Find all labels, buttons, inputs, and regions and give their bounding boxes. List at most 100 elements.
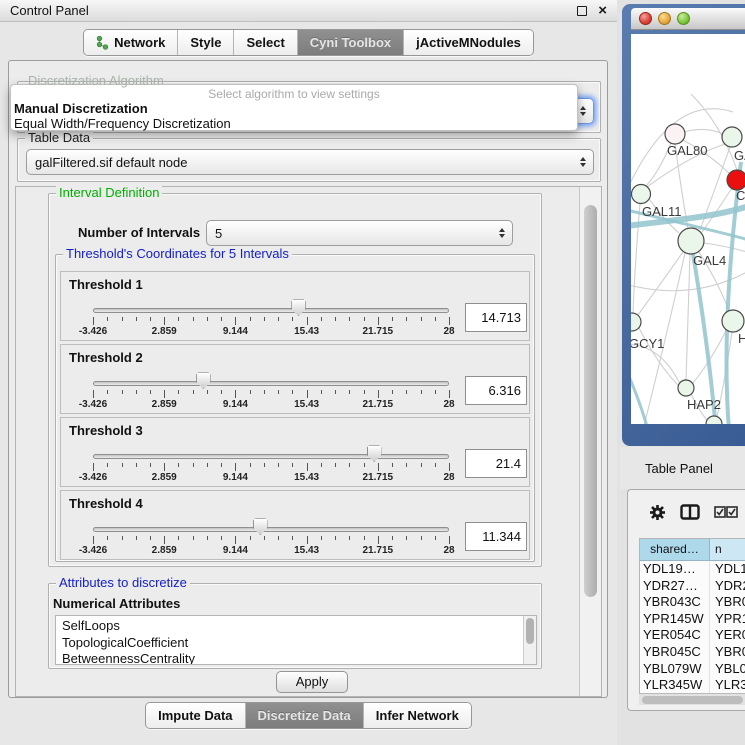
table-row[interactable]: YBR043CYBR0 (640, 594, 745, 611)
number-of-intervals-combo[interactable]: 5 (206, 220, 513, 246)
tab-select[interactable]: Select (234, 30, 297, 55)
show-columns-icon[interactable] (714, 506, 738, 518)
network-canvas[interactable]: GAL80GACGAL11GAL4GCY1HHAP2 (631, 34, 745, 424)
tick-mark (107, 463, 108, 467)
table-row[interactable]: YER054CYER0 (640, 627, 745, 644)
close-icon[interactable]: × (598, 6, 607, 16)
cell-shared-name[interactable]: YPR145W (640, 611, 710, 628)
tick-mark (421, 390, 422, 394)
node-label: GCY1 (631, 336, 664, 351)
network-icon (96, 35, 109, 50)
threshold-slider-track[interactable] (93, 527, 449, 532)
cell-shared-name[interactable]: YBL079W (640, 661, 710, 678)
tab-cyni-toolbox[interactable]: Cyni Toolbox (298, 30, 404, 55)
tick-mark (278, 536, 279, 540)
tick-label: 2.859 (152, 326, 177, 337)
cell-shared-name[interactable]: YDL19… (640, 561, 710, 578)
node-hap2[interactable] (678, 380, 694, 396)
split-view-icon[interactable] (680, 504, 700, 520)
cell-name[interactable]: YLR3 (710, 677, 745, 694)
tab-jactivemnodules[interactable]: jActiveMNodules (404, 30, 533, 55)
attribute-list-item[interactable]: TopologicalCoefficient (62, 635, 536, 652)
popup-option-manual-discretization[interactable]: Manual Discretization (11, 101, 577, 116)
node-right-mid[interactable] (722, 310, 744, 332)
cell-name[interactable]: YPR1 (710, 611, 745, 628)
node-gal11[interactable] (632, 185, 651, 204)
table-row[interactable]: YDR27…YDR2 (640, 578, 745, 595)
table-row[interactable]: YLR345WYLR3 (640, 677, 745, 694)
node-red[interactable] (727, 170, 745, 190)
threshold-value-field[interactable]: 6.316 (465, 376, 527, 405)
attribute-list-item[interactable]: SelfLoops (62, 618, 536, 635)
list-scrollbar-thumb[interactable] (526, 618, 534, 644)
node-gal4[interactable] (678, 228, 704, 254)
node-gal80[interactable] (665, 124, 685, 144)
cell-name[interactable]: YBL0 (710, 661, 745, 678)
minimize-traffic-light-icon[interactable] (658, 12, 671, 25)
table-data-combo[interactable]: galFiltered.sif default node (26, 149, 594, 175)
tab-infer-network[interactable]: Infer Network (364, 703, 471, 728)
slider-thumb[interactable] (291, 299, 306, 316)
tick-label: 28 (443, 399, 454, 410)
tick-mark (321, 390, 322, 394)
attribute-list-item[interactable]: BetweennessCentrality (62, 651, 536, 665)
threshold-slider-track[interactable] (93, 454, 449, 459)
tab-label: Discretize Data (258, 708, 351, 723)
numerical-attributes-list[interactable]: SelfLoopsTopologicalCoefficientBetweenne… (55, 615, 537, 665)
threshold-slider-track[interactable] (93, 308, 449, 313)
threshold-item: Threshold 1-3.4262.8599.14415.4321.71528… (60, 271, 530, 341)
cell-shared-name[interactable]: YDR27… (640, 578, 710, 595)
tick-mark (264, 536, 265, 540)
zoom-traffic-light-icon[interactable] (677, 12, 690, 25)
cyni-toolbox-panel: Discretization Algorithm Table Data galF… (8, 60, 608, 698)
cell-shared-name[interactable]: YER054C (640, 627, 710, 644)
cell-shared-name[interactable]: YLR345W (640, 677, 710, 694)
cell-name[interactable]: YBR0 (710, 644, 745, 661)
table-row[interactable]: YDL19…YDL1 (640, 561, 745, 578)
threshold-slider-track[interactable] (93, 381, 449, 386)
tick-label: 15.43 (294, 472, 319, 483)
tick-mark (264, 390, 265, 394)
gear-icon[interactable] (649, 504, 666, 521)
threshold-value-field[interactable]: 11.344 (465, 522, 527, 551)
table-row[interactable]: YBL079WYBL0 (640, 661, 745, 678)
panel-scrollbar-thumb[interactable] (584, 205, 597, 597)
minimize-icon[interactable] (577, 6, 587, 16)
tick-mark (435, 390, 436, 394)
tick-mark (278, 463, 279, 467)
panel-scrollbar[interactable] (579, 187, 601, 696)
tick-mark (107, 317, 108, 321)
cell-name[interactable]: YDR2 (710, 578, 745, 595)
apply-button[interactable]: Apply (276, 671, 348, 693)
tab-discretize-data[interactable]: Discretize Data (246, 703, 364, 728)
cell-name[interactable]: YER0 (710, 627, 745, 644)
tick-mark (250, 536, 251, 540)
tab-style[interactable]: Style (178, 30, 234, 55)
table-h-scrollbar[interactable] (639, 693, 745, 705)
cell-shared-name[interactable]: YBR043C (640, 594, 710, 611)
slider-thumb[interactable] (367, 445, 382, 462)
cell-name[interactable]: YDL1 (710, 561, 745, 578)
tick-mark (178, 463, 179, 467)
list-scrollbar[interactable] (523, 616, 536, 664)
column-header-name[interactable]: n (710, 539, 745, 560)
popup-option-equal-width-frequency[interactable]: Equal Width/Frequency Discretization (11, 116, 577, 131)
threshold-value-field[interactable]: 14.713 (465, 303, 527, 332)
cell-shared-name[interactable]: YBR045C (640, 644, 710, 661)
tab-label: Impute Data (158, 708, 232, 723)
tab-network[interactable]: Network (84, 30, 178, 55)
cell-name[interactable]: YBR0 (710, 594, 745, 611)
table-h-scrollbar-thumb[interactable] (642, 696, 743, 704)
slider-thumb[interactable] (196, 372, 211, 389)
threshold-label: Threshold 2 (69, 350, 143, 365)
tab-impute-data[interactable]: Impute Data (146, 703, 245, 728)
close-traffic-light-icon[interactable] (639, 12, 652, 25)
node-bottom[interactable] (706, 416, 722, 424)
node-top-right[interactable] (722, 127, 742, 147)
threshold-value-field[interactable]: 21.4 (465, 449, 527, 478)
table-row[interactable]: YBR045CYBR0 (640, 644, 745, 661)
table-row[interactable]: YPR145WYPR1 (640, 611, 745, 628)
slider-thumb[interactable] (253, 518, 268, 535)
tick-mark (93, 536, 94, 544)
column-header-shared-name[interactable]: shared… (640, 539, 710, 560)
